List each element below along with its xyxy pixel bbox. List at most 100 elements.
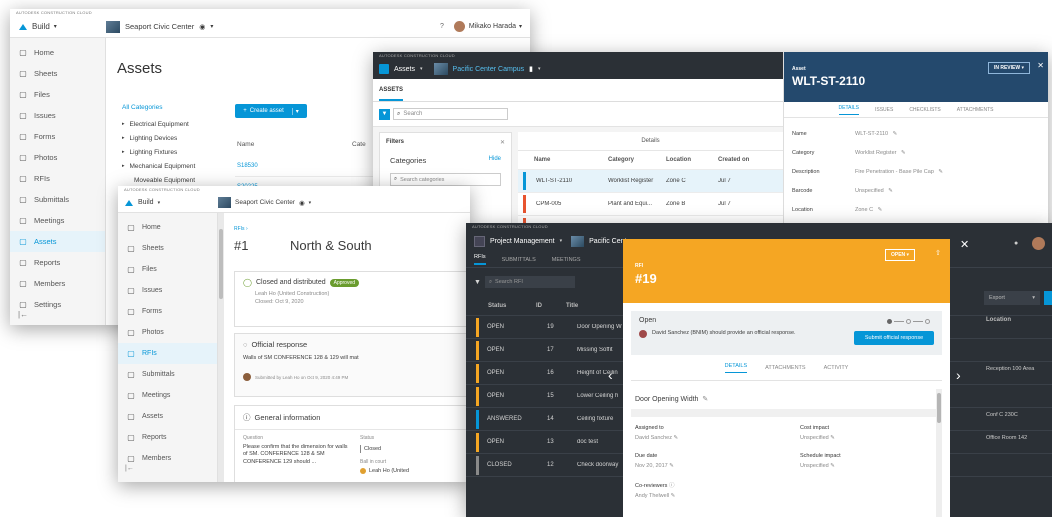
filter-toggle-icon[interactable]: ▼ bbox=[379, 108, 390, 120]
sidebar-item-rfis[interactable]: ▢ RFIs bbox=[10, 168, 105, 189]
edit-icon[interactable]: ✎ bbox=[937, 169, 943, 175]
help-icon[interactable]: ● bbox=[1014, 240, 1018, 247]
column-header[interactable]: ID bbox=[536, 303, 566, 309]
tab-issues[interactable]: ISSUES bbox=[875, 107, 893, 113]
sidebar-item-sheets[interactable]: ▢ Sheets bbox=[10, 63, 105, 84]
table-row[interactable]: WLT-ST-2110 Worklist Register Zone C Jul 7 bbox=[518, 170, 783, 193]
share-icon[interactable]: ⇧ bbox=[935, 249, 941, 257]
edit-icon[interactable]: ✎ bbox=[674, 435, 679, 441]
tab-checklists[interactable]: CHECKLISTS bbox=[909, 107, 940, 113]
accent-button[interactable] bbox=[1044, 291, 1052, 305]
sidebar-item-meetings[interactable]: ▢ Meetings bbox=[118, 385, 217, 406]
app-grid-icon[interactable] bbox=[474, 235, 485, 247]
category-item[interactable]: ▸ Electrical Equipment bbox=[122, 117, 202, 131]
avatar[interactable] bbox=[1032, 237, 1045, 250]
tab-assets[interactable]: ASSETS bbox=[379, 87, 404, 101]
status-dropdown[interactable]: OPEN ▾ bbox=[885, 249, 916, 261]
category-item[interactable]: Moveable Equipment bbox=[122, 173, 202, 187]
tab-activity[interactable]: ACTIVITY bbox=[824, 365, 849, 371]
category-item[interactable]: ▸ Lighting Fixtures bbox=[122, 145, 202, 159]
tab-submittals[interactable]: SUBMITTALS bbox=[502, 257, 536, 263]
column-header[interactable]: Created on bbox=[718, 157, 768, 163]
project-switcher[interactable]: Seaport Civic Center ◉ ▾ bbox=[106, 20, 213, 33]
sidebar-item-submittals[interactable]: ▢ Submittals bbox=[10, 189, 105, 210]
sidebar-item-submittals[interactable]: ▢ Submittals bbox=[118, 364, 217, 385]
sidebar-item-meetings[interactable]: ▢ Meetings bbox=[10, 210, 105, 231]
sidebar-item-members[interactable]: ▢ Members bbox=[10, 273, 105, 294]
sidebar-item-forms[interactable]: ▢ Forms bbox=[10, 126, 105, 147]
edit-icon[interactable]: ✎ bbox=[899, 150, 906, 156]
detail-scrollbar[interactable] bbox=[936, 389, 942, 517]
edit-icon[interactable]: ✎ bbox=[830, 435, 835, 441]
column-header[interactable]: Name bbox=[518, 157, 608, 163]
sidebar-item-home[interactable]: ▢ Home bbox=[10, 42, 105, 63]
column-header[interactable]: Status bbox=[476, 303, 536, 309]
sidebar-item-photos[interactable]: ▢ Photos bbox=[10, 147, 105, 168]
closed-card: ◯ Closed and distributed Approved Leah H… bbox=[234, 271, 470, 327]
all-categories-link[interactable]: All Categories bbox=[122, 104, 162, 111]
project-name[interactable]: Pacific Center Campus bbox=[453, 66, 525, 73]
column-header[interactable]: Category bbox=[608, 157, 666, 163]
close-icon[interactable]: ✕ bbox=[500, 139, 505, 146]
project-thumbnail bbox=[433, 63, 448, 75]
sidebar-item-forms[interactable]: ▢ Forms bbox=[118, 301, 217, 322]
status-dropdown[interactable]: IN REVIEW ▾ bbox=[987, 62, 1030, 74]
sidebar-item-assets[interactable]: ▢ Assets bbox=[118, 406, 217, 427]
create-asset-button[interactable]: + Create asset ▾ bbox=[235, 104, 307, 118]
edit-icon[interactable]: ✎ bbox=[669, 463, 674, 469]
close-icon[interactable]: ✕ bbox=[1037, 61, 1044, 70]
collapse-sidebar-icon[interactable]: |← bbox=[18, 310, 28, 319]
category-item[interactable]: ▸ Mechanical Equipment bbox=[122, 159, 202, 173]
tab-attachments[interactable]: ATTACHMENTS bbox=[957, 107, 994, 113]
module-label[interactable]: Assets bbox=[394, 66, 415, 73]
sidebar-item-photos[interactable]: ▢ Photos bbox=[118, 322, 217, 343]
sidebar-item-issues[interactable]: ▢ Issues bbox=[10, 105, 105, 126]
sidebar-item-assets[interactable]: ▢ Assets bbox=[10, 231, 105, 252]
module-switcher[interactable]: Build ▾ bbox=[10, 22, 106, 32]
sidebar-item-rfis[interactable]: ▢ RFIs bbox=[118, 343, 217, 364]
next-arrow-icon[interactable]: › bbox=[956, 367, 961, 383]
tab-details[interactable]: DETAILS bbox=[838, 105, 859, 115]
edit-icon[interactable]: ✎ bbox=[702, 395, 708, 403]
module-switcher[interactable]: Build ▾ bbox=[118, 198, 218, 208]
table-row[interactable]: S18530 bbox=[235, 156, 395, 177]
project-switcher[interactable]: Seaport Civic Center ◉ ▾ bbox=[218, 197, 311, 208]
avatar[interactable] bbox=[453, 21, 465, 32]
sidebar-item-files[interactable]: ▢ Files bbox=[10, 84, 105, 105]
help-icon[interactable]: ? bbox=[440, 23, 444, 30]
edit-icon[interactable]: ✎ bbox=[887, 188, 893, 194]
prev-arrow-icon[interactable]: ‹ bbox=[608, 367, 613, 383]
close-icon[interactable]: ✕ bbox=[960, 238, 969, 251]
sidebar-item-sheets[interactable]: ▢ Sheets bbox=[118, 238, 217, 259]
edit-icon[interactable]: ✎ bbox=[671, 493, 676, 499]
column-header[interactable]: Location bbox=[666, 157, 718, 163]
app-grid-icon[interactable] bbox=[379, 64, 389, 74]
search-input[interactable]: ⌕ Search bbox=[393, 108, 508, 120]
tab-meetings[interactable]: MEETINGS bbox=[552, 257, 581, 263]
collapse-sidebar-icon[interactable]: |← bbox=[125, 465, 134, 472]
sidebar-item-reports[interactable]: ▢ Reports bbox=[10, 252, 105, 273]
hide-link[interactable]: Hide bbox=[489, 156, 501, 165]
sidebar-item-home[interactable]: ▢ Home bbox=[118, 217, 217, 238]
sidebar-item-reports[interactable]: ▢ Reports bbox=[118, 427, 217, 448]
export-button[interactable]: Export ▾ bbox=[984, 291, 1040, 305]
edit-icon[interactable]: ✎ bbox=[891, 131, 898, 137]
edit-icon[interactable]: ✎ bbox=[876, 207, 883, 213]
edit-icon[interactable]: ✎ bbox=[830, 463, 835, 469]
tab-details[interactable]: DETAILS bbox=[724, 363, 748, 373]
search-categories-input[interactable]: ⌕ Search categories bbox=[390, 173, 501, 186]
user-name[interactable]: Mikako Harada bbox=[469, 23, 516, 30]
chevron-down-icon: ▾ bbox=[53, 24, 57, 30]
tab-rfis[interactable]: RFIs bbox=[474, 254, 486, 265]
category-item[interactable]: ▸ Lighting Devices bbox=[122, 131, 202, 145]
sidebar-item-issues[interactable]: ▢ Issues bbox=[118, 280, 217, 301]
column-header[interactable]: Title bbox=[566, 303, 626, 309]
breadcrumb[interactable]: RFIs › bbox=[234, 226, 248, 232]
tab-attachments[interactable]: ATTACHMENTS bbox=[765, 365, 805, 371]
submit-official-response-button[interactable]: Submit official response bbox=[854, 331, 934, 345]
table-row[interactable]: CPM-005 Plant and Equi... Zone B Jul 7 bbox=[518, 193, 783, 216]
sidebar-item-files[interactable]: ▢ Files bbox=[118, 259, 217, 280]
filter-icon[interactable]: ▼ bbox=[474, 279, 481, 286]
search-input[interactable]: ⌕ Search RFI bbox=[484, 276, 575, 288]
sidebar-scrollbar[interactable] bbox=[218, 213, 224, 482]
